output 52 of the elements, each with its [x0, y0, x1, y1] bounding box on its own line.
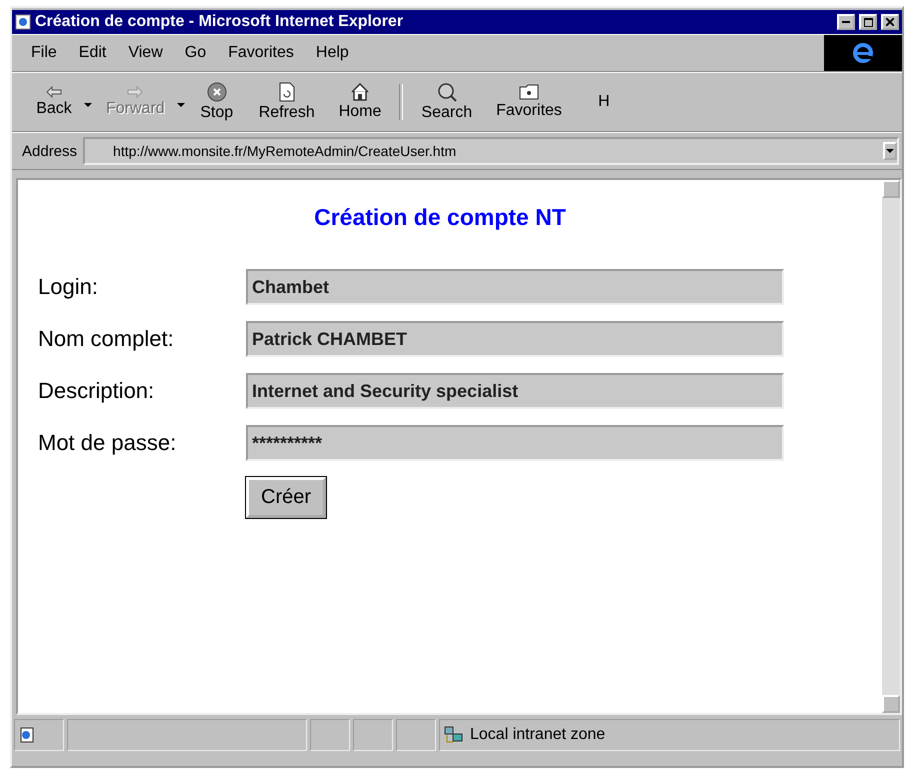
minimize-button[interactable]	[837, 14, 855, 30]
toolbar-button[interactable]: Favorites	[484, 82, 574, 122]
page-icon	[19, 727, 35, 743]
page-heading: Création de compte NT	[313, 204, 567, 231]
zone-label: Local intranet zone	[470, 726, 606, 744]
toolbar-button[interactable]: Search	[409, 82, 484, 122]
window-title: Création de compte - Microsoft Internet Explorer	[35, 13, 404, 31]
address-field[interactable]: http://www.monsite.fr/MyRemoteAdmin/CreateUser.htm	[83, 137, 899, 165]
network-icon	[444, 726, 464, 744]
home-icon	[351, 83, 370, 101]
forward-arrow-icon	[127, 86, 144, 98]
caret-icon	[84, 103, 92, 107]
document-icon	[278, 82, 295, 102]
address-label: Address	[22, 142, 78, 160]
caret-icon	[176, 103, 185, 107]
folder-icon	[519, 84, 539, 100]
back-arrow-icon	[46, 86, 62, 98]
stop-icon	[206, 82, 227, 102]
menu-item[interactable]: File	[22, 42, 66, 64]
close-button[interactable]	[881, 14, 899, 30]
dropdown-button[interactable]	[883, 142, 897, 160]
e-logo-icon	[852, 42, 874, 64]
search-icon	[436, 82, 457, 102]
maximize-button[interactable]	[859, 14, 877, 30]
scrollbar[interactable]	[882, 180, 900, 713]
field-label: Nom complet:	[38, 326, 175, 352]
close-icon	[886, 18, 894, 26]
status-pane	[396, 719, 436, 751]
field-label: Login:	[38, 274, 99, 300]
menu-item[interactable]: Favorites	[219, 42, 303, 64]
status-pane	[353, 719, 393, 751]
input-field[interactable]: **********	[246, 425, 784, 461]
toolbar-button[interactable]: Stop	[186, 82, 247, 122]
create-button[interactable]: Créer	[246, 477, 326, 518]
field-label: Mot de passe:	[38, 430, 178, 456]
input-field[interactable]: Patrick CHAMBET	[246, 321, 784, 357]
toolbar-button[interactable]: Refresh	[246, 82, 327, 122]
toolbar-button[interactable]: H	[574, 82, 634, 122]
minimize-icon	[842, 21, 850, 23]
menu-item[interactable]: Go	[176, 42, 216, 64]
toolbar-button[interactable]: Back	[24, 82, 84, 122]
menu-item[interactable]: Edit	[70, 42, 116, 64]
caret-icon	[886, 149, 894, 153]
toolbar-button[interactable]: Home	[326, 82, 394, 122]
menu-item[interactable]: View	[119, 42, 172, 64]
field-label: Description:	[38, 378, 156, 404]
maximize-icon	[864, 18, 872, 26]
status-pane	[310, 719, 350, 751]
menu-item[interactable]: Help	[306, 42, 358, 64]
input-field[interactable]: Chambet	[246, 269, 784, 305]
input-field[interactable]: Internet and Security specialist	[246, 373, 784, 409]
app-icon	[15, 14, 31, 30]
